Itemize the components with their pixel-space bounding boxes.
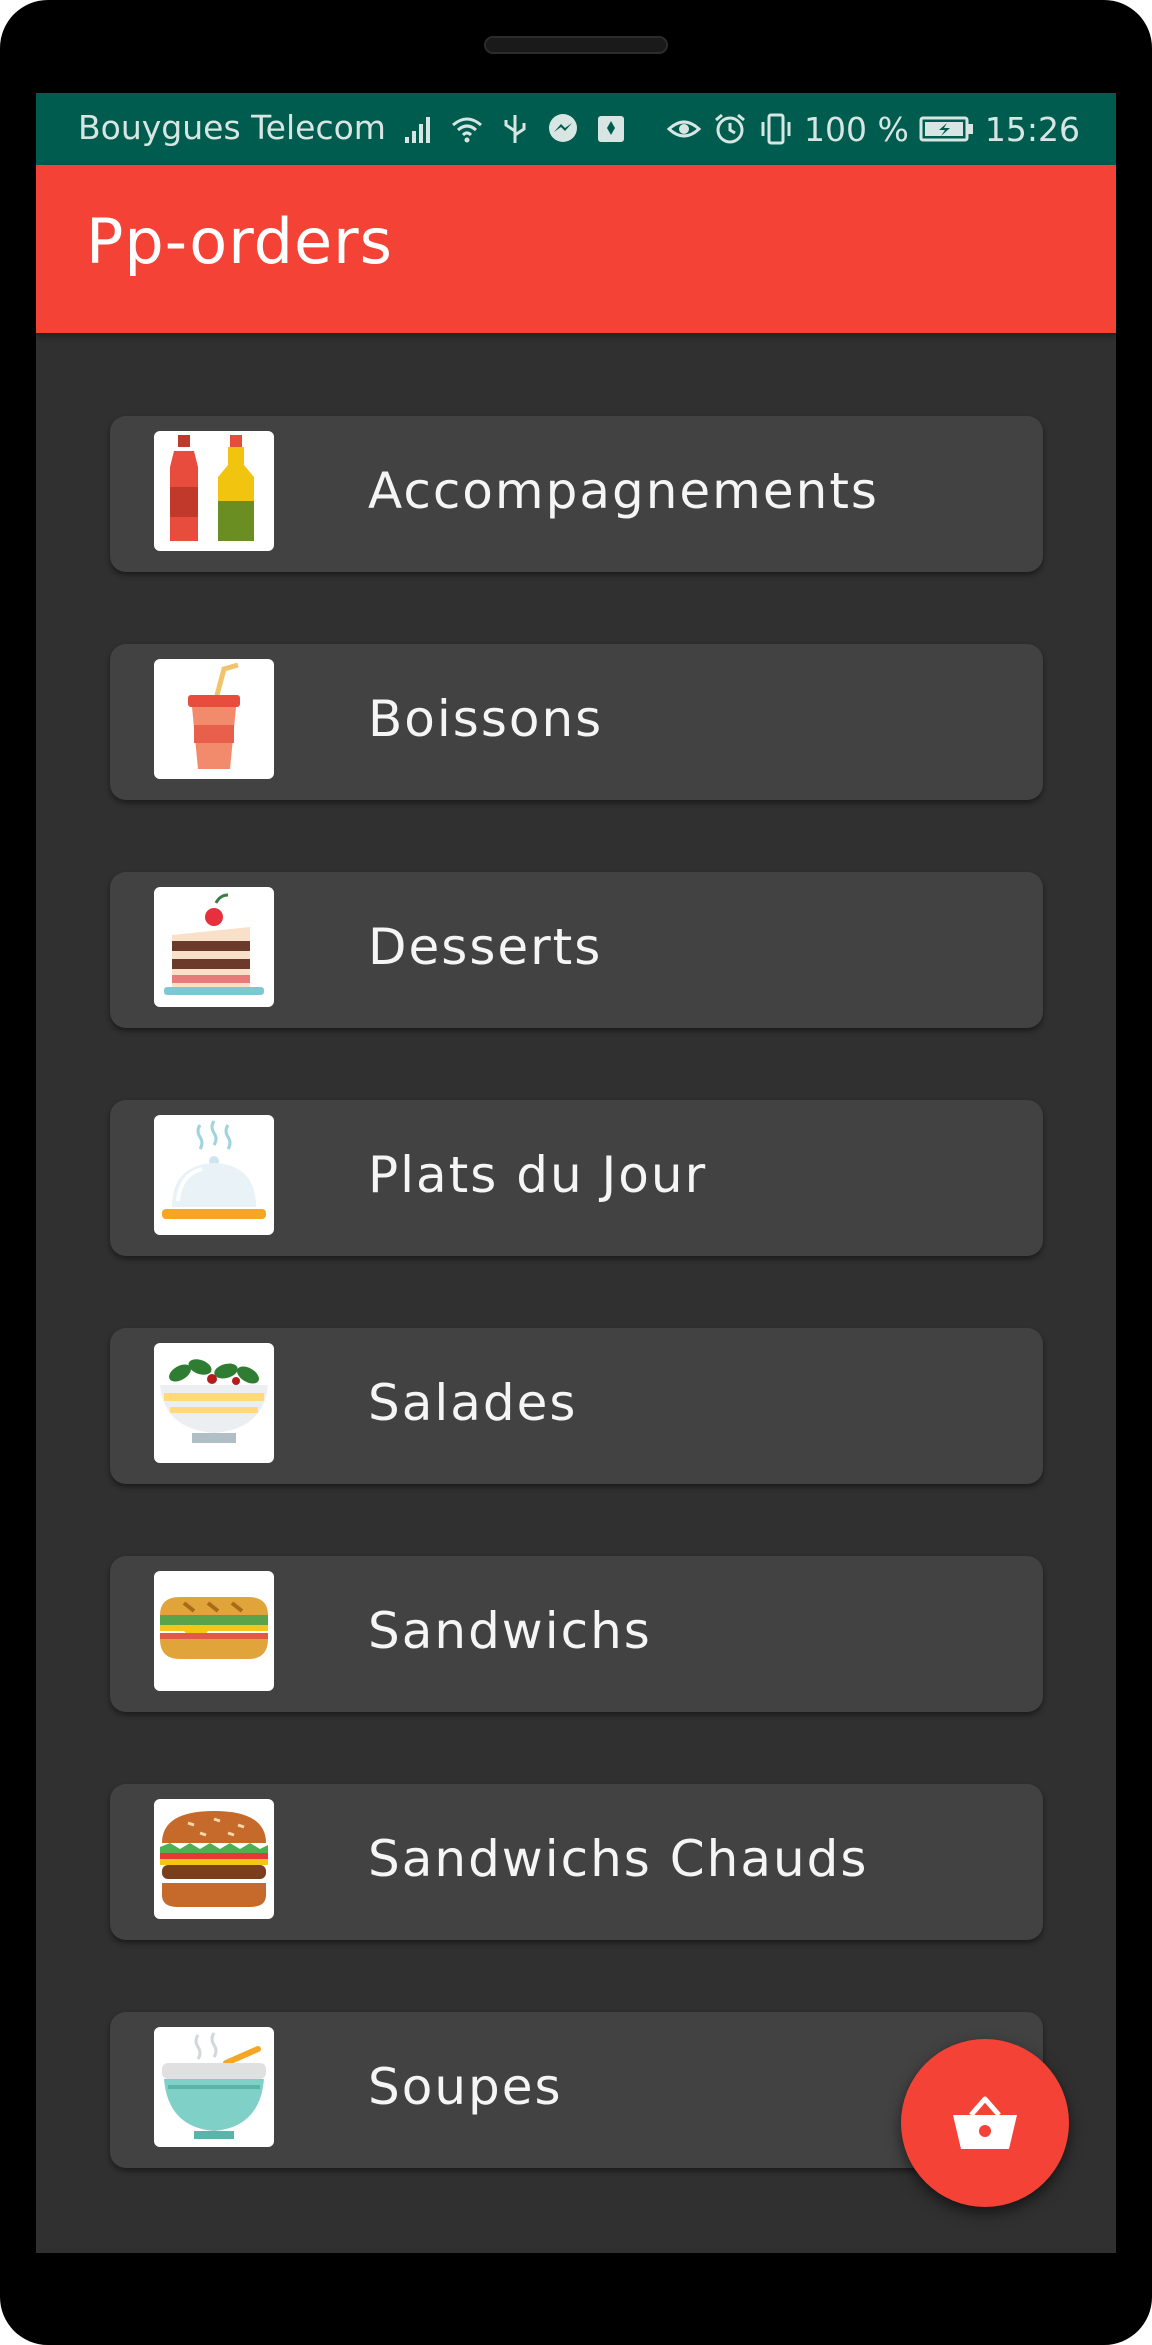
category-label: Salades: [368, 1374, 578, 1432]
screen: Bouygues Telecom 100 % 15:26 Pp-orders A…: [36, 93, 1116, 2253]
sauce-bottles-icon: [170, 435, 254, 541]
status-icons-left: [401, 105, 629, 153]
category-card-plats-du-jour[interactable]: Plats du Jour: [110, 1100, 1043, 1256]
category-thumbnail: [154, 1799, 274, 1919]
category-card-desserts[interactable]: Desserts: [110, 872, 1043, 1028]
eye-icon: [666, 120, 702, 138]
phone-speaker: [484, 36, 668, 54]
alarm-icon: [715, 113, 746, 144]
category-thumbnail: [154, 887, 274, 1007]
carrier-name: Bouygues Telecom: [78, 108, 386, 147]
status-icons-right: 100 % 15:26: [666, 105, 1080, 153]
category-card-sandwichs-chauds[interactable]: Sandwichs Chauds: [110, 1784, 1043, 1940]
soup-bowl-icon: [162, 2032, 266, 2139]
category-label: Boissons: [368, 690, 604, 748]
category-label: Plats du Jour: [368, 1146, 708, 1204]
usb-icon: [504, 115, 526, 143]
category-card-boissons[interactable]: Boissons: [110, 644, 1043, 800]
category-label: Sandwichs: [368, 1602, 652, 1660]
cart-fab-button[interactable]: [901, 2039, 1069, 2207]
category-thumbnail: [154, 1343, 274, 1463]
app-bar: Pp-orders: [36, 165, 1116, 333]
signal-icon: [405, 117, 430, 143]
category-thumbnail: [154, 2027, 274, 2147]
notification-icon: [598, 116, 624, 142]
battery-percent: 100 %: [804, 109, 909, 149]
category-card-accompagnements[interactable]: Accompagnements: [110, 416, 1043, 572]
category-card-sandwichs[interactable]: Sandwichs: [110, 1556, 1043, 1712]
category-thumbnail: [154, 1571, 274, 1691]
vibrate-icon: [761, 113, 791, 145]
category-card-salades[interactable]: Salades: [110, 1328, 1043, 1484]
basket-icon: [953, 2096, 1017, 2149]
category-label: Desserts: [368, 918, 603, 976]
category-thumbnail: [154, 431, 274, 551]
app-title: Pp-orders: [86, 205, 393, 278]
category-label: Accompagnements: [368, 462, 879, 520]
phone-frame: Bouygues Telecom 100 % 15:26 Pp-orders A…: [0, 0, 1152, 2345]
sandwich-icon: [160, 1597, 268, 1659]
wifi-icon: [452, 117, 482, 143]
category-thumbnail: [154, 1115, 274, 1235]
category-label: Sandwichs Chauds: [368, 1830, 869, 1888]
cake-icon: [164, 893, 264, 995]
clock-time: 15:26: [984, 109, 1080, 149]
battery-charging-icon: [919, 116, 973, 142]
drink-cup-icon: [188, 662, 240, 769]
salad-bowl-icon: [160, 1359, 268, 1443]
category-thumbnail: [154, 659, 274, 779]
status-bar: Bouygues Telecom 100 % 15:26: [36, 93, 1116, 165]
messenger-icon: [549, 114, 577, 142]
cloche-icon: [162, 1120, 266, 1219]
burger-icon: [160, 1811, 268, 1907]
category-label: Soupes: [368, 2058, 563, 2116]
